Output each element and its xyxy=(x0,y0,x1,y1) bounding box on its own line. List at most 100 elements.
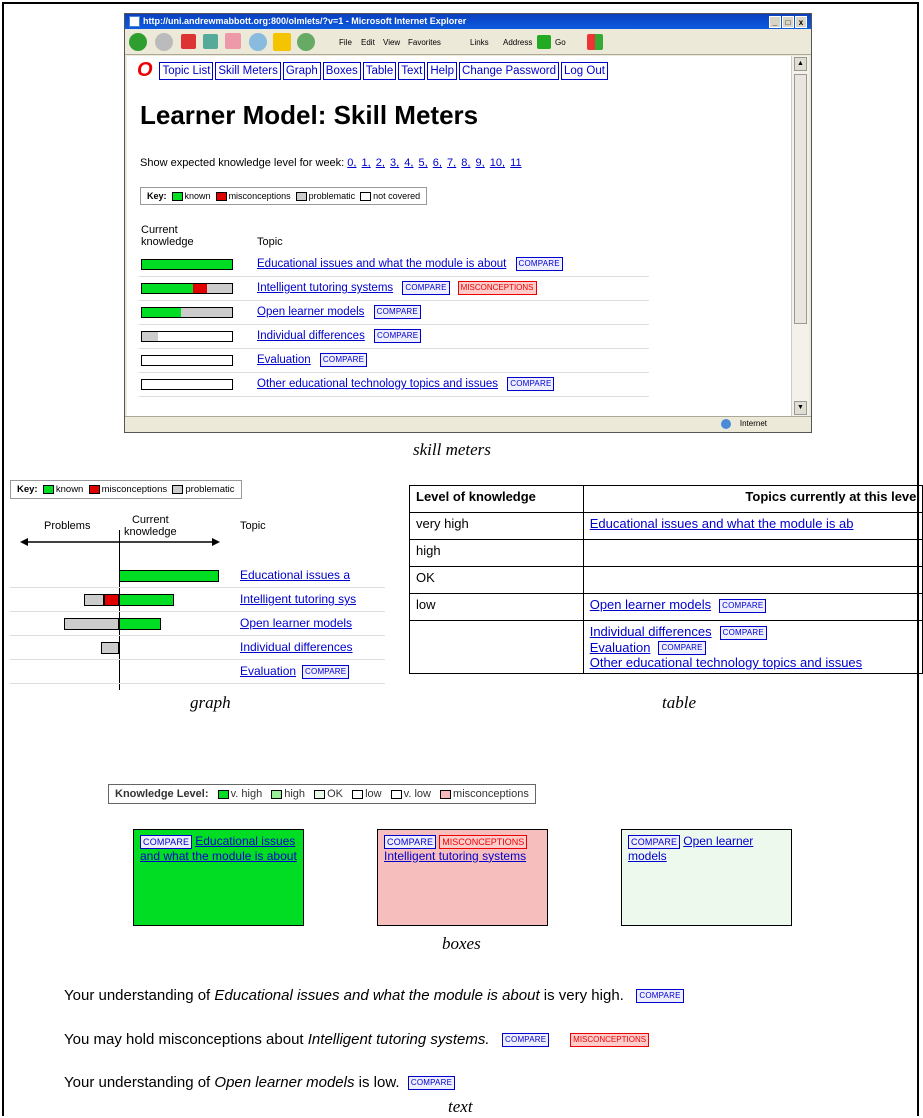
week-link-5[interactable]: 5, xyxy=(419,157,428,169)
meter-known-segment xyxy=(142,284,193,293)
compare-button[interactable]: COMPARE xyxy=(658,641,706,656)
week-link-10[interactable]: 10, xyxy=(490,157,505,169)
compare-button[interactable]: COMPARE xyxy=(502,1033,550,1048)
refresh-icon[interactable] xyxy=(203,34,218,49)
topic-link[interactable]: Evaluation xyxy=(257,354,311,366)
week-link-1[interactable]: 1, xyxy=(362,157,371,169)
graph-view: Key: known misconceptions problematic Pr… xyxy=(6,480,391,690)
compare-button[interactable]: COMPARE xyxy=(719,598,767,613)
compare-button[interactable]: COMPARE xyxy=(319,353,368,367)
week-link-3[interactable]: 3, xyxy=(390,157,399,169)
favorites-icon[interactable] xyxy=(273,33,291,51)
address-label[interactable]: Address xyxy=(503,38,532,47)
line1-prefix: Your understanding of xyxy=(64,987,215,1004)
topic-link[interactable]: Educational issues and what the module i… xyxy=(590,516,854,531)
compare-button[interactable]: COMPARE xyxy=(628,834,681,849)
week-link-6[interactable]: 6, xyxy=(433,157,442,169)
vertical-scrollbar[interactable]: ▲ ▼ xyxy=(791,56,809,416)
compare-button[interactable]: COMPARE xyxy=(515,257,563,271)
go-icon[interactable] xyxy=(537,35,551,49)
stop-icon[interactable] xyxy=(181,34,196,49)
compare-button[interactable]: COMPARE xyxy=(719,625,767,640)
week-link-8[interactable]: 8, xyxy=(461,157,470,169)
compare-button[interactable]: COMPARE xyxy=(373,305,421,319)
week-link-2[interactable]: 2, xyxy=(376,157,385,169)
topic-link[interactable]: Open learner models xyxy=(240,616,352,630)
topic-link[interactable]: Intelligent tutoring systems xyxy=(384,849,526,863)
level-cell xyxy=(409,619,584,675)
topic-link[interactable]: Educational issues a xyxy=(240,568,350,582)
nav-log-out[interactable]: Log Out xyxy=(561,62,608,80)
back-icon[interactable] xyxy=(129,33,147,51)
key-legend: Key: known misconceptions problematic no… xyxy=(140,187,428,206)
menu-favorites[interactable]: Favorites xyxy=(408,38,441,47)
skill-meter xyxy=(141,379,233,390)
page-content: O Topic List Skill Meters Graph Boxes Table T… xyxy=(127,56,791,416)
week-link-7[interactable]: 7, xyxy=(447,157,456,169)
caption-text: text xyxy=(448,1097,473,1116)
graph-current-header: Current knowledge xyxy=(124,514,177,538)
level-cell: low xyxy=(409,593,584,621)
topic-link[interactable]: Intelligent tutoring sys xyxy=(240,592,356,606)
close-button[interactable]: x xyxy=(795,16,807,28)
topic-link[interactable]: Other educational technology topics and … xyxy=(257,378,498,390)
home-icon[interactable] xyxy=(225,33,241,49)
compare-button[interactable]: COMPARE xyxy=(384,834,437,849)
compare-button[interactable]: COMPARE xyxy=(407,1076,456,1091)
meter-known-segment xyxy=(142,260,232,269)
nav-change-password[interactable]: Change Password xyxy=(459,62,559,80)
level-cell: very high xyxy=(409,512,584,540)
topic-link[interactable]: Individual differences xyxy=(257,330,365,342)
key-problematic: problematic xyxy=(308,191,356,201)
topic-link[interactable]: Other educational technology topics and … xyxy=(590,655,862,670)
forward-icon[interactable] xyxy=(155,33,173,51)
nav-graph[interactable]: Graph xyxy=(282,62,321,80)
topic-link[interactable]: Evaluation xyxy=(590,640,651,655)
compare-button[interactable]: COMPARE xyxy=(402,281,450,295)
maximize-button[interactable]: □ xyxy=(782,16,794,28)
nav-boxes[interactable]: Boxes xyxy=(322,62,361,80)
minimize-button[interactable]: _ xyxy=(769,16,781,28)
nav-topic-list[interactable]: Topic List xyxy=(159,62,214,80)
compare-button[interactable]: COMPARE xyxy=(374,329,422,343)
topic-link[interactable]: Educational issues and what the module i… xyxy=(257,258,506,270)
topic-link[interactable]: Evaluation xyxy=(240,664,296,678)
topic-link[interactable]: Individual differences xyxy=(240,640,353,654)
nav-skill-meters[interactable]: Skill Meters xyxy=(215,62,281,80)
misconceptions-button[interactable]: MISCONCEPTIONS xyxy=(570,1033,650,1048)
menu-view[interactable]: View xyxy=(383,38,400,47)
nav-bar: O Topic List Skill Meters Graph Boxes Table T… xyxy=(137,60,610,81)
go-label[interactable]: Go xyxy=(555,38,566,47)
compare-button[interactable]: COMPARE xyxy=(140,834,193,849)
history-icon[interactable] xyxy=(297,33,315,51)
level-cell: high xyxy=(409,539,584,567)
week-link-9[interactable]: 9, xyxy=(476,157,485,169)
current-knowledge-header: Current knowledge xyxy=(141,224,194,248)
status-bar: Internet xyxy=(125,416,811,432)
problematic-bar xyxy=(84,594,104,606)
week-link-0[interactable]: 0, xyxy=(347,157,356,169)
menu-edit[interactable]: Edit xyxy=(361,38,375,47)
search-icon[interactable] xyxy=(249,33,267,51)
topic-link[interactable]: Open learner models xyxy=(590,597,711,612)
current-header-line2: knowledge xyxy=(141,236,194,248)
misconceptions-button[interactable]: MISCONCEPTIONS xyxy=(439,834,528,849)
menu-file[interactable]: File xyxy=(339,38,352,47)
links-label[interactable]: Links xyxy=(470,38,489,47)
scroll-up-icon[interactable]: ▲ xyxy=(794,57,807,71)
scroll-thumb[interactable] xyxy=(794,74,807,324)
nav-help[interactable]: Help xyxy=(427,62,458,80)
week-link-4[interactable]: 4, xyxy=(404,157,413,169)
topic-link[interactable]: Intelligent tutoring systems xyxy=(257,282,393,294)
compare-button[interactable]: COMPARE xyxy=(636,989,684,1004)
compare-button[interactable]: COMPARE xyxy=(507,377,555,391)
compare-button[interactable]: COMPARE xyxy=(302,664,350,679)
scroll-down-icon[interactable]: ▼ xyxy=(794,401,807,415)
nav-text[interactable]: Text xyxy=(398,62,426,80)
misconceptions-button[interactable]: MISCONCEPTIONS xyxy=(457,281,537,295)
topic-link[interactable]: Individual differences xyxy=(590,624,712,639)
topic-link[interactable]: Open learner models xyxy=(257,306,364,318)
nav-table[interactable]: Table xyxy=(362,62,397,80)
graph-row-topic: Open learner models xyxy=(240,616,352,630)
week-link-11[interactable]: 11 xyxy=(510,157,521,169)
